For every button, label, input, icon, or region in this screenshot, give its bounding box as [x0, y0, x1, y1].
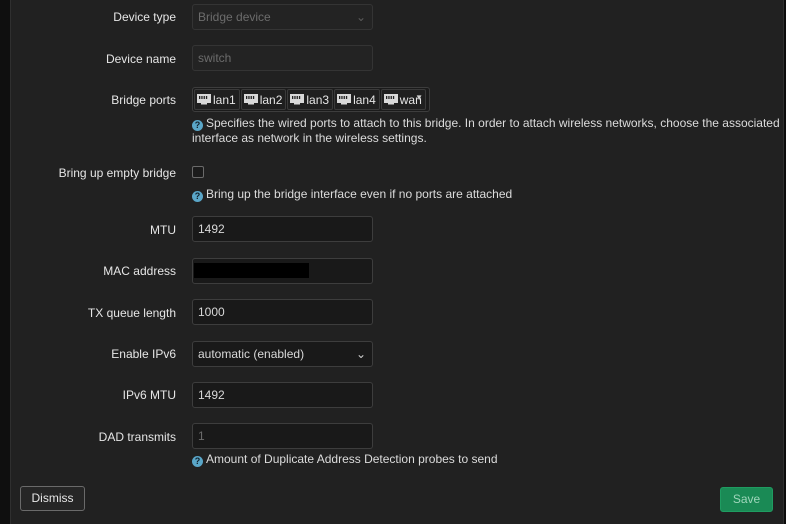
bridge-ports-label: Bridge ports — [111, 93, 176, 107]
device-name-placeholder: switch — [198, 51, 232, 65]
mtu-input[interactable]: 1492 — [192, 216, 373, 242]
txqueuelen-label: TX queue length — [87, 306, 176, 320]
empty-bridge-label: Bring up empty bridge — [58, 166, 176, 180]
ipv6-mtu-value: 1492 — [198, 388, 225, 402]
help-circle-icon: ? — [192, 456, 203, 467]
dad-placeholder: 1 — [198, 429, 205, 443]
port-label: lan4 — [353, 92, 376, 107]
port-label: lan3 — [306, 92, 330, 107]
device-type-value: Bridge device — [198, 10, 271, 24]
device-type-select[interactable]: Bridge device ⌄ — [192, 4, 373, 30]
empty-bridge-help-text: Bring up the bridge interface even if no… — [206, 187, 513, 201]
port-label: lan2 — [259, 92, 283, 107]
txqueuelen-input[interactable]: 1000 — [192, 299, 373, 325]
ipv6-mtu-input[interactable]: 1492 — [192, 382, 373, 408]
empty-bridge-checkbox[interactable] — [192, 166, 204, 178]
redaction-mask — [194, 263, 309, 278]
chevron-down-icon[interactable]: ▼ — [415, 93, 423, 102]
ipv6-select[interactable]: automatic (enabled) ⌄ — [192, 341, 373, 367]
port-chip-lan1[interactable]: lan1 — [194, 89, 240, 110]
ipv6-mtu-label: IPv6 MTU — [122, 388, 176, 402]
chevron-down-icon: ⌄ — [355, 10, 366, 24]
ethernet-port-icon — [290, 94, 305, 105]
mac-label: MAC address — [103, 264, 176, 278]
ipv6-value: automatic (enabled) — [198, 347, 305, 361]
help-circle-icon: ? — [192, 120, 203, 131]
dad-help: ? Amount of Duplicate Address Detection p… — [192, 452, 498, 467]
ethernet-port-icon — [337, 94, 352, 105]
mtu-label: MTU — [150, 223, 176, 237]
background-page — [0, 0, 10, 524]
device-name-label: Device name — [105, 52, 176, 66]
bridge-ports-help-text-2: interface as network in the wireless set… — [192, 131, 427, 145]
bridge-ports-help-text: Specifies the wired ports to attach to t… — [206, 116, 780, 130]
empty-bridge-help: ? Bring up the bridge interface even if n… — [192, 187, 512, 202]
help-circle-icon: ? — [192, 191, 203, 202]
device-type-label: Device type — [113, 10, 176, 24]
device-name-input[interactable]: switch — [192, 45, 373, 71]
bridge-ports-help: ? Specifies the wired ports to attach to … — [192, 116, 780, 145]
dad-help-text: Amount of Duplicate Address Detection pr… — [206, 452, 498, 466]
dad-input[interactable]: 1 — [192, 423, 373, 449]
ethernet-port-icon — [383, 94, 398, 105]
device-config-modal: Device type Bridge device ⌄ Device name … — [10, 0, 784, 524]
port-chip-lan2[interactable]: lan2 — [240, 89, 287, 110]
dad-label: DAD transmits — [98, 430, 176, 444]
ethernet-port-icon — [197, 94, 211, 105]
ipv6-label: Enable IPv6 — [111, 347, 176, 361]
port-label: lan1 — [213, 92, 236, 107]
dismiss-button[interactable]: Dismiss — [20, 486, 85, 511]
port-chip-lan4[interactable]: lan4 — [334, 89, 380, 110]
port-chip-lan3[interactable]: lan3 — [287, 89, 334, 110]
mtu-value: 1492 — [198, 222, 225, 236]
txqueuelen-value: 1000 — [198, 305, 225, 319]
save-button[interactable]: Save — [720, 487, 773, 512]
bridge-ports-dropdown[interactable]: lan1 lan2 lan3 lan4 wan ▼ — [192, 87, 430, 112]
chevron-down-icon: ⌄ — [355, 347, 366, 361]
ethernet-port-icon — [243, 94, 258, 105]
